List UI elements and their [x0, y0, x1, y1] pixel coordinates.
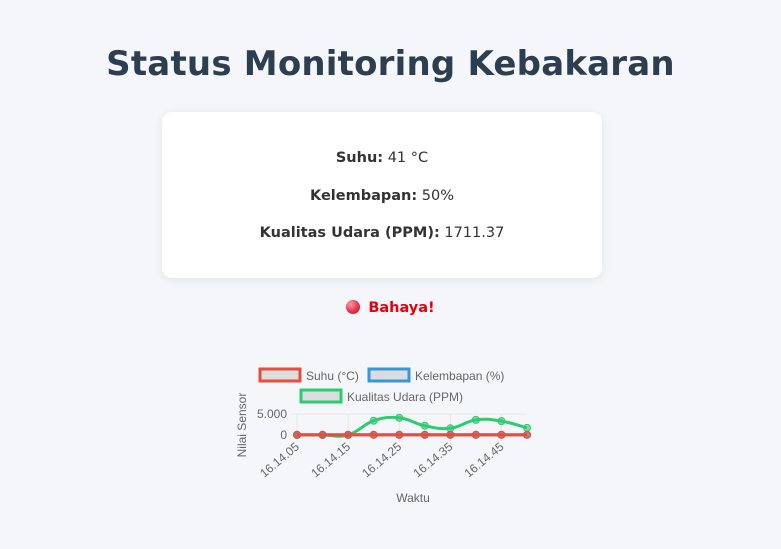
y-tick-label: 5.000 — [257, 407, 287, 421]
legend-item[interactable]: Kelembapan (%) — [367, 367, 504, 383]
data-point — [369, 416, 378, 425]
data-point — [420, 430, 429, 439]
data-point — [471, 415, 480, 424]
data-point — [395, 413, 404, 422]
x-tick-label: 16.14.05 — [257, 439, 302, 480]
sensor-line-chart: Suhu (°C) Kelembapan (%) Kualitas Udara (P… — [235, 367, 531, 505]
data-point — [420, 421, 429, 430]
chart-series — [293, 413, 531, 439]
legend-label: Kualitas Udara (PPM) — [347, 390, 463, 404]
series-line — [293, 430, 531, 439]
chart-axis-labels: 5.000 016.14.05 16.14.15 16.14.25 16.14.35 16… — [235, 393, 507, 505]
data-point — [523, 430, 531, 439]
x-tick-label: 16.14.25 — [359, 439, 404, 480]
chart-grid — [291, 413, 527, 441]
data-point — [369, 430, 378, 439]
data-point — [344, 430, 353, 439]
legend-item[interactable]: Suhu (°C) — [258, 367, 359, 383]
legend-item[interactable]: Kualitas Udara (PPM) — [299, 388, 463, 404]
data-point — [497, 417, 506, 426]
data-point — [446, 430, 455, 439]
legend-swatch — [299, 388, 343, 404]
y-axis-title: Nilai Sensor — [235, 393, 249, 458]
data-point — [318, 430, 327, 439]
data-point — [471, 430, 480, 439]
legend-swatch — [367, 367, 411, 383]
data-point — [523, 423, 531, 432]
x-axis-title: Waktu — [396, 491, 430, 505]
x-tick-label: 16.14.45 — [462, 439, 507, 480]
legend-label: Suhu (°C) — [306, 369, 359, 383]
legend-swatch — [258, 367, 302, 383]
chart-legend: Suhu (°C) Kelembapan (%) Kualitas Udara (P… — [258, 367, 504, 404]
data-point — [395, 430, 404, 439]
legend-label: Kelembapan (%) — [415, 369, 504, 383]
y-tick-label: 0 — [280, 428, 287, 442]
x-tick-label: 16.14.35 — [410, 439, 455, 480]
data-point — [446, 424, 455, 433]
data-point — [497, 430, 506, 439]
x-tick-label: 16.14.15 — [308, 439, 353, 480]
data-point — [293, 430, 301, 439]
